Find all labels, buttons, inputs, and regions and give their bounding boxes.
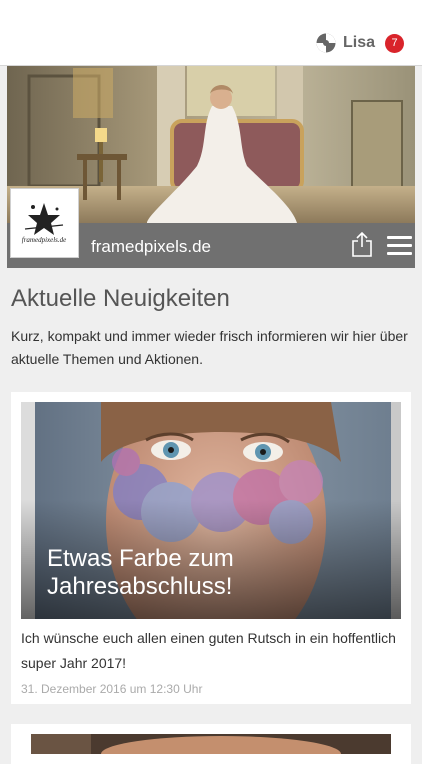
user-menu[interactable]: Lisa 7 [316,33,404,53]
app-logo-icon [316,33,336,53]
news-card-excerpt: Ich wünsche euch allen einen guten Rutsc… [21,630,396,671]
news-card-title[interactable]: Etwas Farbe zum Jahresabschluss! [47,545,387,601]
site-logo-text: framedpixels.de [22,236,67,244]
news-card[interactable]: Etwas Farbe zum Jahresabschluss! Ich wün… [11,392,411,704]
intro-text: Kurz, kompakt und immer wieder frisch in… [11,328,408,367]
top-bar: Lisa 7 [0,0,422,66]
news-card-2[interactable] [11,724,411,764]
hamburger-menu-icon[interactable] [387,236,412,256]
user-name[interactable]: Lisa [343,34,375,52]
notification-badge[interactable]: 7 [385,33,404,53]
site-logo[interactable]: framedpixels.de [11,189,78,257]
page-title: Aktuelle Neuigkeiten [11,285,230,312]
news-card-image[interactable]: Etwas Farbe zum Jahresabschluss! [21,402,401,619]
site-name[interactable]: framedpixels.de [91,237,211,257]
share-icon[interactable] [351,231,373,257]
news-card-2-image[interactable] [31,734,391,754]
news-card-date: 31. Dezember 2016 um 12:30 Uhr [21,682,203,696]
